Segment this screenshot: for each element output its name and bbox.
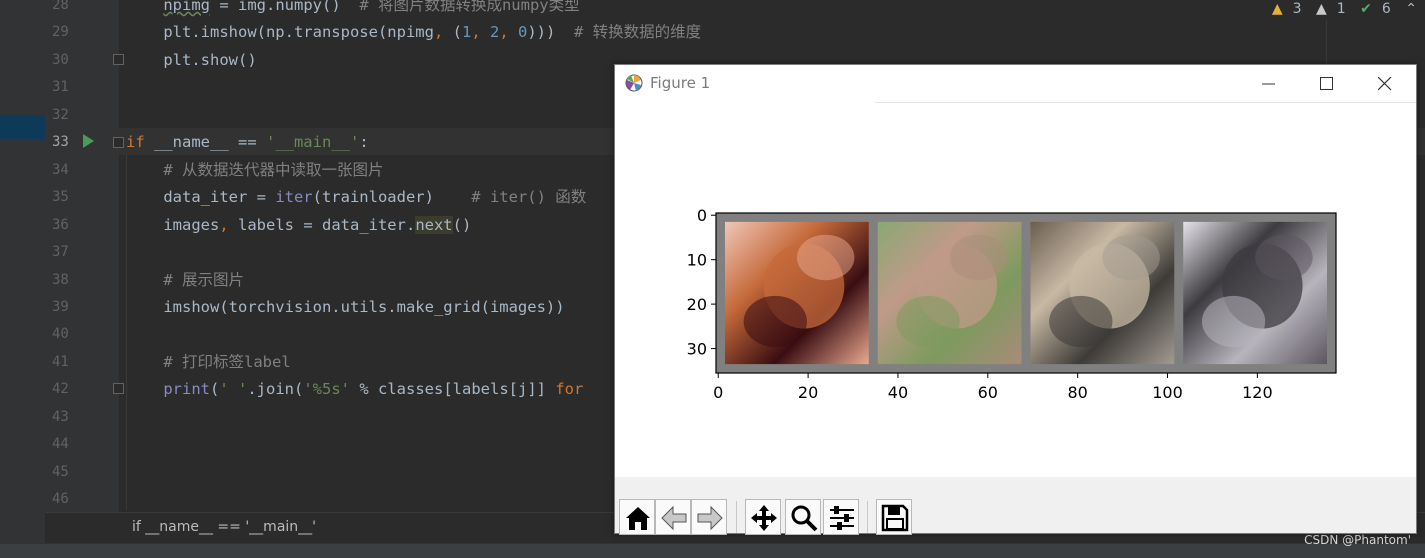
code-text: # 打印标签label xyxy=(163,352,291,371)
x-tick-label: 40 xyxy=(888,383,908,402)
matplotlib-logo-icon xyxy=(625,74,643,92)
image-tile-horse-shape xyxy=(1049,295,1113,348)
image-tile-deer-shape xyxy=(896,295,960,348)
save-button[interactable] xyxy=(876,499,912,535)
weak-warning-count: 1 xyxy=(1336,1,1346,17)
image-tile-truck-shape xyxy=(1255,234,1313,281)
line-number: 44 xyxy=(52,436,69,453)
line-number: 29 xyxy=(52,24,69,41)
pan-icon xyxy=(751,505,777,531)
line-number: 28 xyxy=(52,0,69,13)
x-tick-label: 120 xyxy=(1242,383,1273,402)
line-number: 42 xyxy=(52,381,69,398)
image-tile-deer-shape xyxy=(796,234,855,281)
toolbar-separator xyxy=(736,501,737,533)
line-number: 36 xyxy=(52,216,69,233)
line-number: 37 xyxy=(52,244,69,261)
forward-button[interactable] xyxy=(691,499,727,535)
forward-icon xyxy=(697,505,723,531)
line-number: 31 xyxy=(52,79,69,96)
figure-titlebar[interactable]: Figure 1 xyxy=(615,65,1416,103)
x-tick-label: 80 xyxy=(1067,383,1087,402)
warning-count: 3 xyxy=(1292,1,1302,17)
y-tick-label: 10 xyxy=(687,251,707,270)
line-number: 43 xyxy=(52,408,69,425)
line-number: 40 xyxy=(52,326,69,343)
code-text: plt.show() xyxy=(126,50,257,69)
toolbar-separator xyxy=(867,501,868,533)
chevron-up-icon[interactable]: ⌃ xyxy=(1405,1,1417,17)
code-line[interactable]: 28 npimg = img.numpy() # 将图片数据转换成numpy类型 xyxy=(0,0,1425,19)
configure-subplots-button[interactable] xyxy=(823,499,859,535)
plot-canvas[interactable]: 0 20 40 60 80 100 120 0 10 20 30 xyxy=(615,103,1416,477)
navigation-toolbar xyxy=(615,477,1416,535)
line-number: 33 xyxy=(52,134,69,151)
close-icon xyxy=(1378,77,1392,91)
line-number: 30 xyxy=(52,51,69,68)
home-icon xyxy=(626,507,650,530)
inspection-widget[interactable]: ▲ 3 ▲ 1 ✔ 6 ⌃ xyxy=(1262,0,1417,18)
y-tick-label: 30 xyxy=(687,340,707,359)
watermark: CSDN @Phantom' xyxy=(1304,533,1411,547)
line-number: 39 xyxy=(52,298,69,315)
pan-button[interactable] xyxy=(745,499,781,535)
y-tick-label: 0 xyxy=(697,206,707,225)
fold-marker-icon[interactable] xyxy=(113,54,124,65)
code-text: images, labels = data_iter.next() xyxy=(126,215,472,234)
line-number: 38 xyxy=(52,271,69,288)
image-tile-deer-shape xyxy=(743,295,807,348)
code-text: npimg = img.numpy() # 将图片数据转换成numpy类型 xyxy=(163,0,580,14)
image-axes: 0 20 40 60 80 100 120 0 10 20 30 xyxy=(687,206,1337,402)
warning-icon: ▲ xyxy=(1271,1,1283,17)
status-bar xyxy=(0,543,1425,558)
line-number: 45 xyxy=(52,463,69,480)
code-text: print(' '.join('%5s' % classes[labels[j]… xyxy=(163,380,584,399)
line-number: 32 xyxy=(52,106,69,123)
x-tick-label: 100 xyxy=(1152,383,1183,402)
code-text: if __name__ == '__main__': xyxy=(126,133,369,152)
save-icon xyxy=(881,504,909,532)
check-icon: ✔ xyxy=(1360,1,1372,17)
home-button[interactable] xyxy=(619,499,655,535)
weak-warning-icon: ▲ xyxy=(1316,1,1327,17)
maximize-button[interactable] xyxy=(1298,65,1356,103)
x-tick-label: 60 xyxy=(978,383,998,402)
code-text: plt.imshow(np.transpose(npimg, (1, 2, 0)… xyxy=(126,23,702,42)
line-number: 46 xyxy=(52,491,69,508)
configure-subplots-icon xyxy=(830,506,854,530)
minimize-button[interactable] xyxy=(1240,65,1298,103)
x-tick-label: 20 xyxy=(798,383,818,402)
zoom-button[interactable] xyxy=(785,499,821,535)
code-text: # 从数据迭代器中读取一张图片 xyxy=(163,160,384,179)
image-tile-deer-shape xyxy=(949,234,1008,281)
maximize-icon xyxy=(1320,77,1333,90)
figure-window: Figure 1 0 20 40 60 80 100 120 0 10 20 30 xyxy=(614,64,1417,535)
fold-marker-icon[interactable] xyxy=(113,137,124,148)
code-text: # 展示图片 xyxy=(163,270,244,289)
code-line[interactable]: 29 plt.imshow(np.transpose(npimg, (1, 2,… xyxy=(0,19,1425,46)
line-number: 35 xyxy=(52,189,69,206)
breadcrumb[interactable]: if __name__ == '__main__' xyxy=(132,519,316,535)
image-tile-horse-shape xyxy=(1102,234,1160,281)
code-text: imshow(torchvision.utils.make_grid(image… xyxy=(126,297,565,316)
x-tick-label: 0 xyxy=(713,383,723,402)
zoom-icon xyxy=(791,505,818,532)
line-number: 34 xyxy=(52,161,69,178)
minimize-icon xyxy=(1262,83,1275,85)
image-tile-truck-shape xyxy=(1201,295,1266,348)
fold-marker-icon[interactable] xyxy=(113,383,124,394)
figure-title: Figure 1 xyxy=(650,74,711,92)
code-text: data_iter = iter(trainloader) # iter() 函… xyxy=(126,188,587,207)
back-icon xyxy=(661,505,687,531)
line-number: 41 xyxy=(52,353,69,370)
back-button[interactable] xyxy=(655,499,691,535)
run-icon[interactable] xyxy=(83,134,94,148)
typo-count: 6 xyxy=(1381,1,1391,17)
close-button[interactable] xyxy=(1356,65,1414,103)
y-tick-label: 20 xyxy=(687,295,707,314)
